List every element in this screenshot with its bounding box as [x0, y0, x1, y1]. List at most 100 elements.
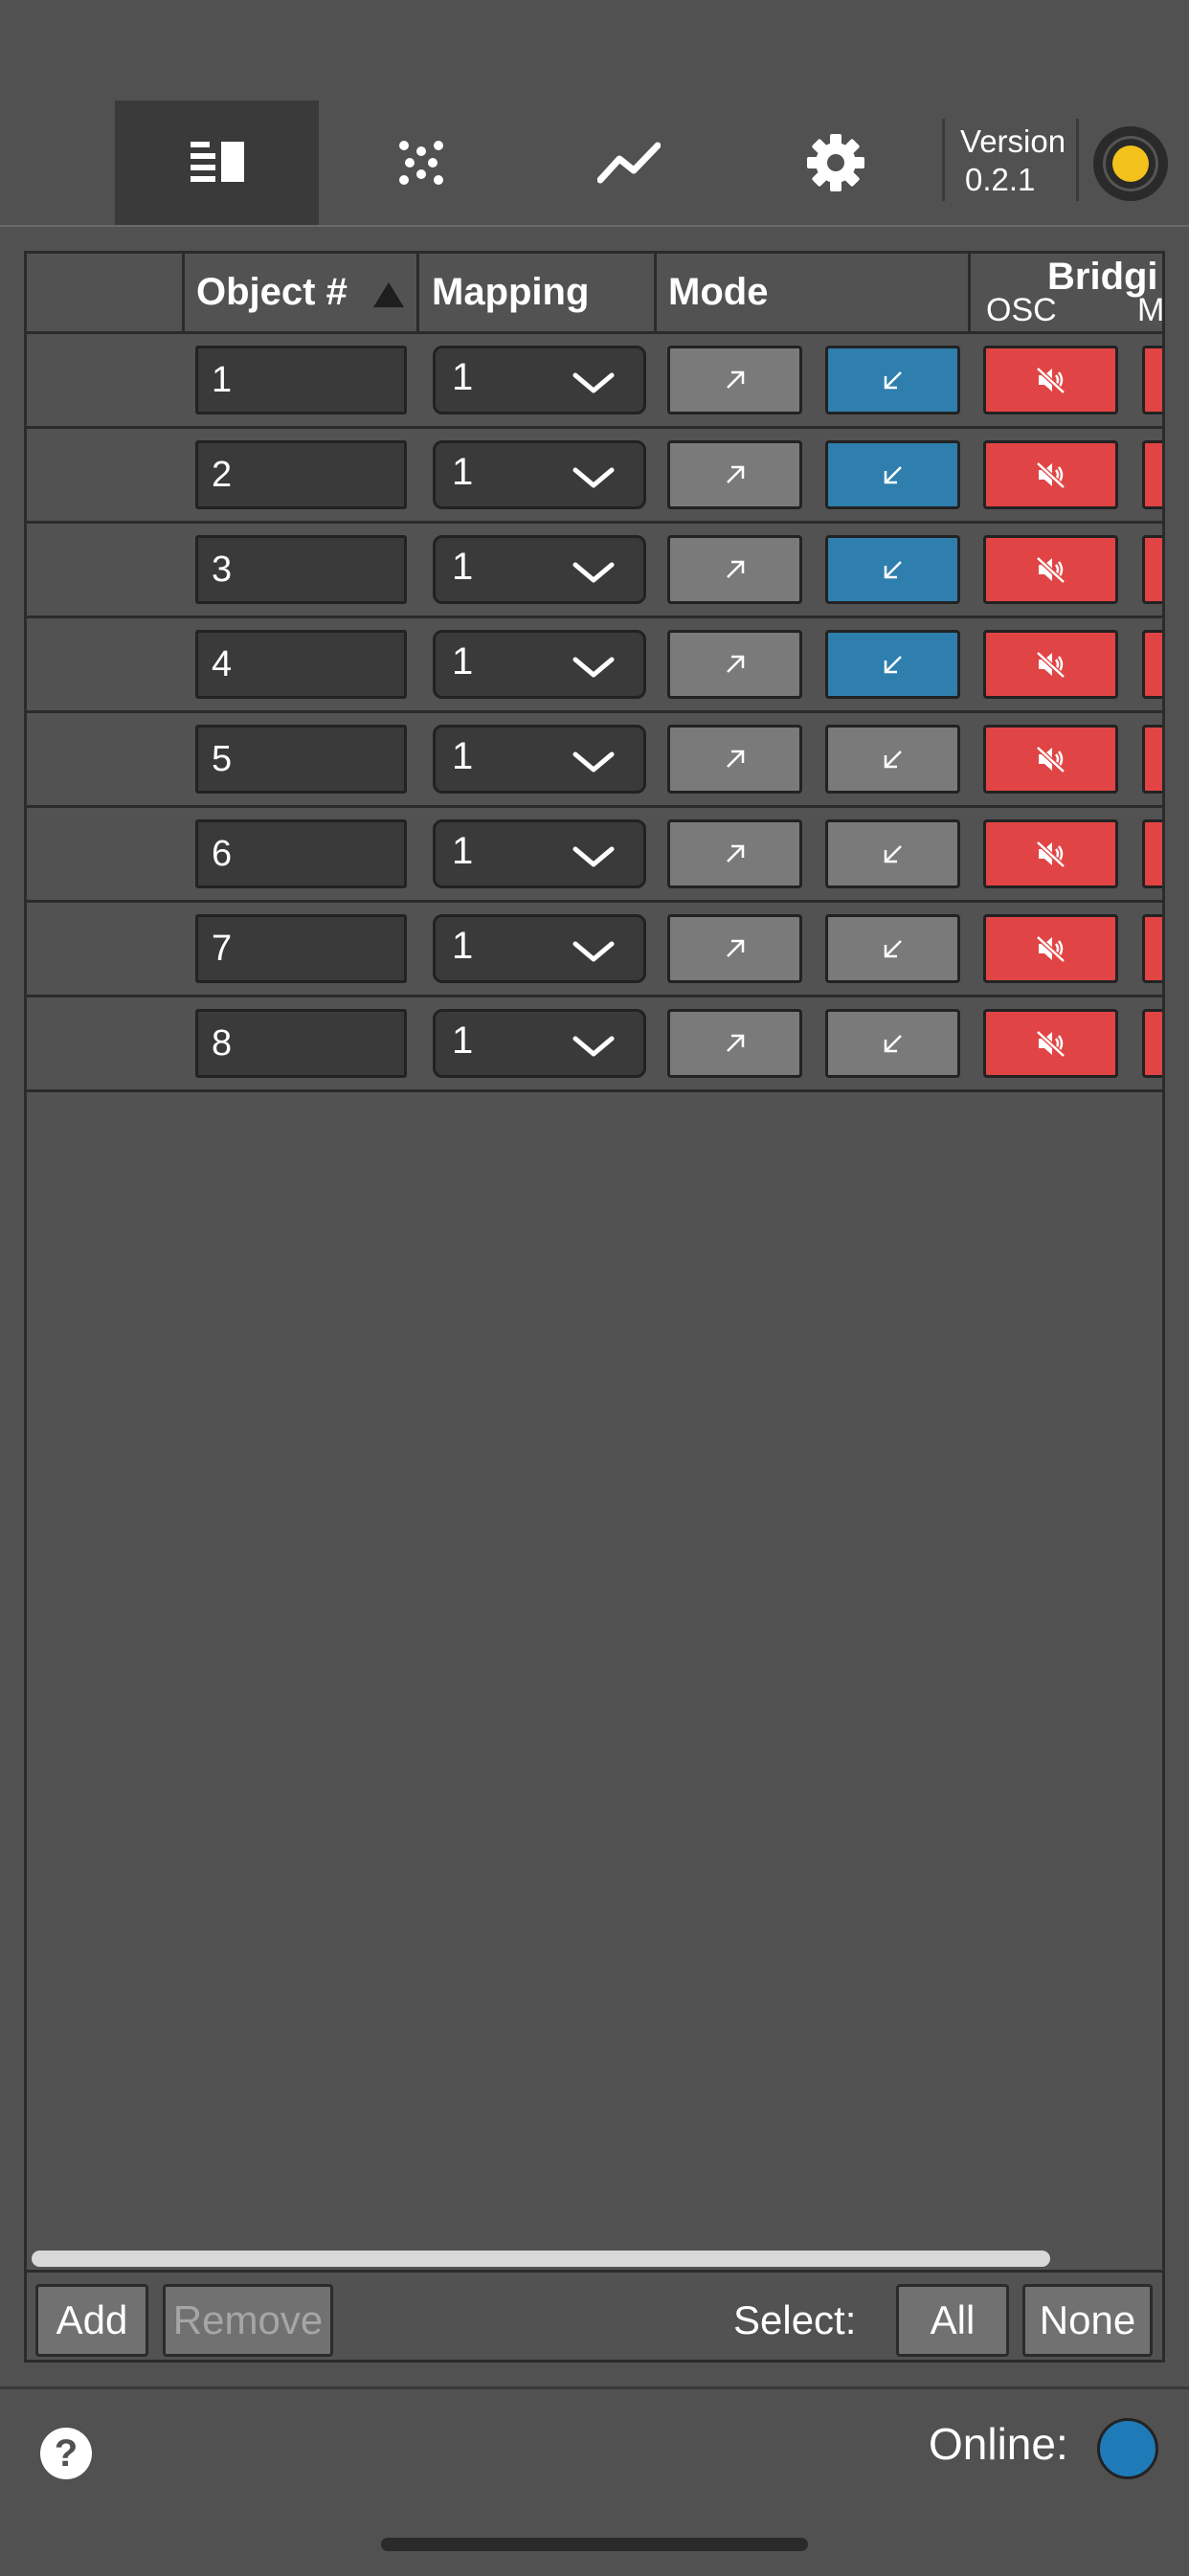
mapping-value: 1 — [452, 640, 474, 683]
tab-statistics[interactable] — [527, 101, 730, 225]
mode-receive-button[interactable] — [825, 914, 960, 983]
mapping-select[interactable]: 1 — [433, 819, 646, 888]
select-none-button[interactable]: None — [1022, 2284, 1153, 2357]
add-button[interactable]: Add — [35, 2284, 148, 2357]
object-number-field[interactable]: 3 — [195, 535, 407, 604]
osc-bridge-mute-button[interactable] — [983, 1009, 1118, 1078]
col-divider — [416, 254, 419, 334]
chevron-down-icon — [572, 372, 615, 393]
mode-receive-button[interactable] — [825, 535, 960, 604]
arrow-down-left-icon — [884, 1035, 902, 1053]
speaker-mute-icon — [1035, 1030, 1066, 1057]
mode-send-button[interactable] — [667, 440, 802, 509]
tab-settings[interactable] — [733, 101, 937, 225]
arrow-up-right-icon — [726, 465, 744, 483]
mode-send-button[interactable] — [667, 725, 802, 794]
mode-receive-button[interactable] — [825, 440, 960, 509]
select-all-button[interactable]: All — [896, 2284, 1009, 2357]
m-bridge-mute-button[interactable] — [1142, 440, 1162, 509]
mode-send-button[interactable] — [667, 819, 802, 888]
m-bridge-mute-button[interactable] — [1142, 725, 1162, 794]
table-header: Object # Mapping Mode Bridgi OSC M — [27, 254, 1165, 334]
home-indicator[interactable] — [381, 2538, 808, 2551]
online-label: Online: — [929, 2419, 1068, 2469]
version-info: Version 0.2.1 — [960, 123, 1066, 199]
mapping-select[interactable]: 1 — [433, 725, 646, 794]
object-number-field[interactable]: 2 — [195, 440, 407, 509]
mapping-value: 1 — [452, 356, 474, 398]
version-label: Version — [960, 123, 1066, 159]
mode-receive-button[interactable] — [825, 346, 960, 414]
m-bridge-mute-button[interactable] — [1142, 914, 1162, 983]
arrow-down-left-icon — [884, 371, 902, 390]
osc-bridge-mute-button[interactable] — [983, 725, 1118, 794]
m-bridge-mute-button[interactable] — [1142, 630, 1162, 699]
m-bridge-mute-button[interactable] — [1142, 819, 1162, 888]
online-indicator — [1097, 2418, 1158, 2479]
tab-multislider[interactable] — [319, 101, 523, 225]
mode-receive-button[interactable] — [825, 630, 960, 699]
table-row[interactable]: 31 — [27, 524, 1162, 618]
object-number-field[interactable]: 5 — [195, 725, 407, 794]
osc-bridge-mute-button[interactable] — [983, 440, 1118, 509]
osc-bridge-mute-button[interactable] — [983, 819, 1118, 888]
m-bridge-mute-button[interactable] — [1142, 346, 1162, 414]
header-object[interactable]: Object # — [196, 271, 348, 314]
status-led-icon — [1112, 146, 1149, 182]
mapping-select[interactable]: 1 — [433, 1009, 646, 1078]
mode-send-button[interactable] — [667, 914, 802, 983]
tab-objects[interactable] — [115, 101, 319, 225]
mapping-value: 1 — [452, 1019, 474, 1062]
mode-receive-button[interactable] — [825, 1009, 960, 1078]
m-bridge-mute-button[interactable] — [1142, 1009, 1162, 1078]
osc-bridge-mute-button[interactable] — [983, 914, 1118, 983]
header-mode: Mode — [668, 271, 769, 313]
table-row[interactable]: 71 — [27, 903, 1162, 997]
table-footer: Add Remove Select: All None — [27, 2270, 1162, 2360]
table-row[interactable]: 21 — [27, 429, 1162, 524]
mapping-select[interactable]: 1 — [433, 630, 646, 699]
mapping-select[interactable]: 1 — [433, 440, 646, 509]
mode-send-button[interactable] — [667, 630, 802, 699]
osc-bridge-mute-button[interactable] — [983, 630, 1118, 699]
arrow-down-left-icon — [884, 466, 902, 484]
object-number-field[interactable]: 6 — [195, 819, 407, 888]
object-number-field[interactable]: 8 — [195, 1009, 407, 1078]
object-number-field[interactable]: 1 — [195, 346, 407, 414]
table-row[interactable]: 11 — [27, 334, 1162, 429]
mode-send-button[interactable] — [667, 535, 802, 604]
arrow-down-left-icon — [884, 656, 902, 674]
arrow-up-right-icon — [726, 655, 744, 673]
m-bridge-mute-button[interactable] — [1142, 535, 1162, 604]
speaker-mute-icon — [1035, 367, 1066, 393]
mode-receive-button[interactable] — [825, 819, 960, 888]
version-separator — [942, 119, 945, 201]
mapping-select[interactable]: 1 — [433, 914, 646, 983]
arrow-up-right-icon — [726, 1034, 744, 1052]
mapping-select[interactable]: 1 — [433, 346, 646, 414]
select-label: Select: — [733, 2297, 857, 2342]
osc-bridge-mute-button[interactable] — [983, 535, 1118, 604]
horizontal-scrollbar[interactable] — [32, 2251, 1050, 2267]
mapping-value: 1 — [452, 735, 474, 777]
status-separator — [1076, 119, 1079, 201]
header-osc: OSC — [986, 292, 1057, 328]
remove-button[interactable]: Remove — [163, 2284, 333, 2357]
table-row[interactable]: 51 — [27, 713, 1162, 808]
table-row[interactable]: 61 — [27, 808, 1162, 903]
mode-send-button[interactable] — [667, 1009, 802, 1078]
mode-send-button[interactable] — [667, 346, 802, 414]
object-number-field[interactable]: 4 — [195, 630, 407, 699]
osc-bridge-mute-button[interactable] — [983, 346, 1118, 414]
gear-icon — [806, 134, 864, 191]
mode-receive-button[interactable] — [825, 725, 960, 794]
chevron-down-icon — [572, 1036, 615, 1057]
table-row[interactable]: 81 — [27, 997, 1162, 1092]
mapping-select[interactable]: 1 — [433, 535, 646, 604]
table-row[interactable]: 41 — [27, 618, 1162, 713]
chevron-down-icon — [572, 467, 615, 488]
help-icon[interactable]: ? — [40, 2428, 92, 2479]
arrow-up-right-icon — [726, 750, 744, 768]
header-m: M — [1137, 292, 1165, 328]
object-number-field[interactable]: 7 — [195, 914, 407, 983]
